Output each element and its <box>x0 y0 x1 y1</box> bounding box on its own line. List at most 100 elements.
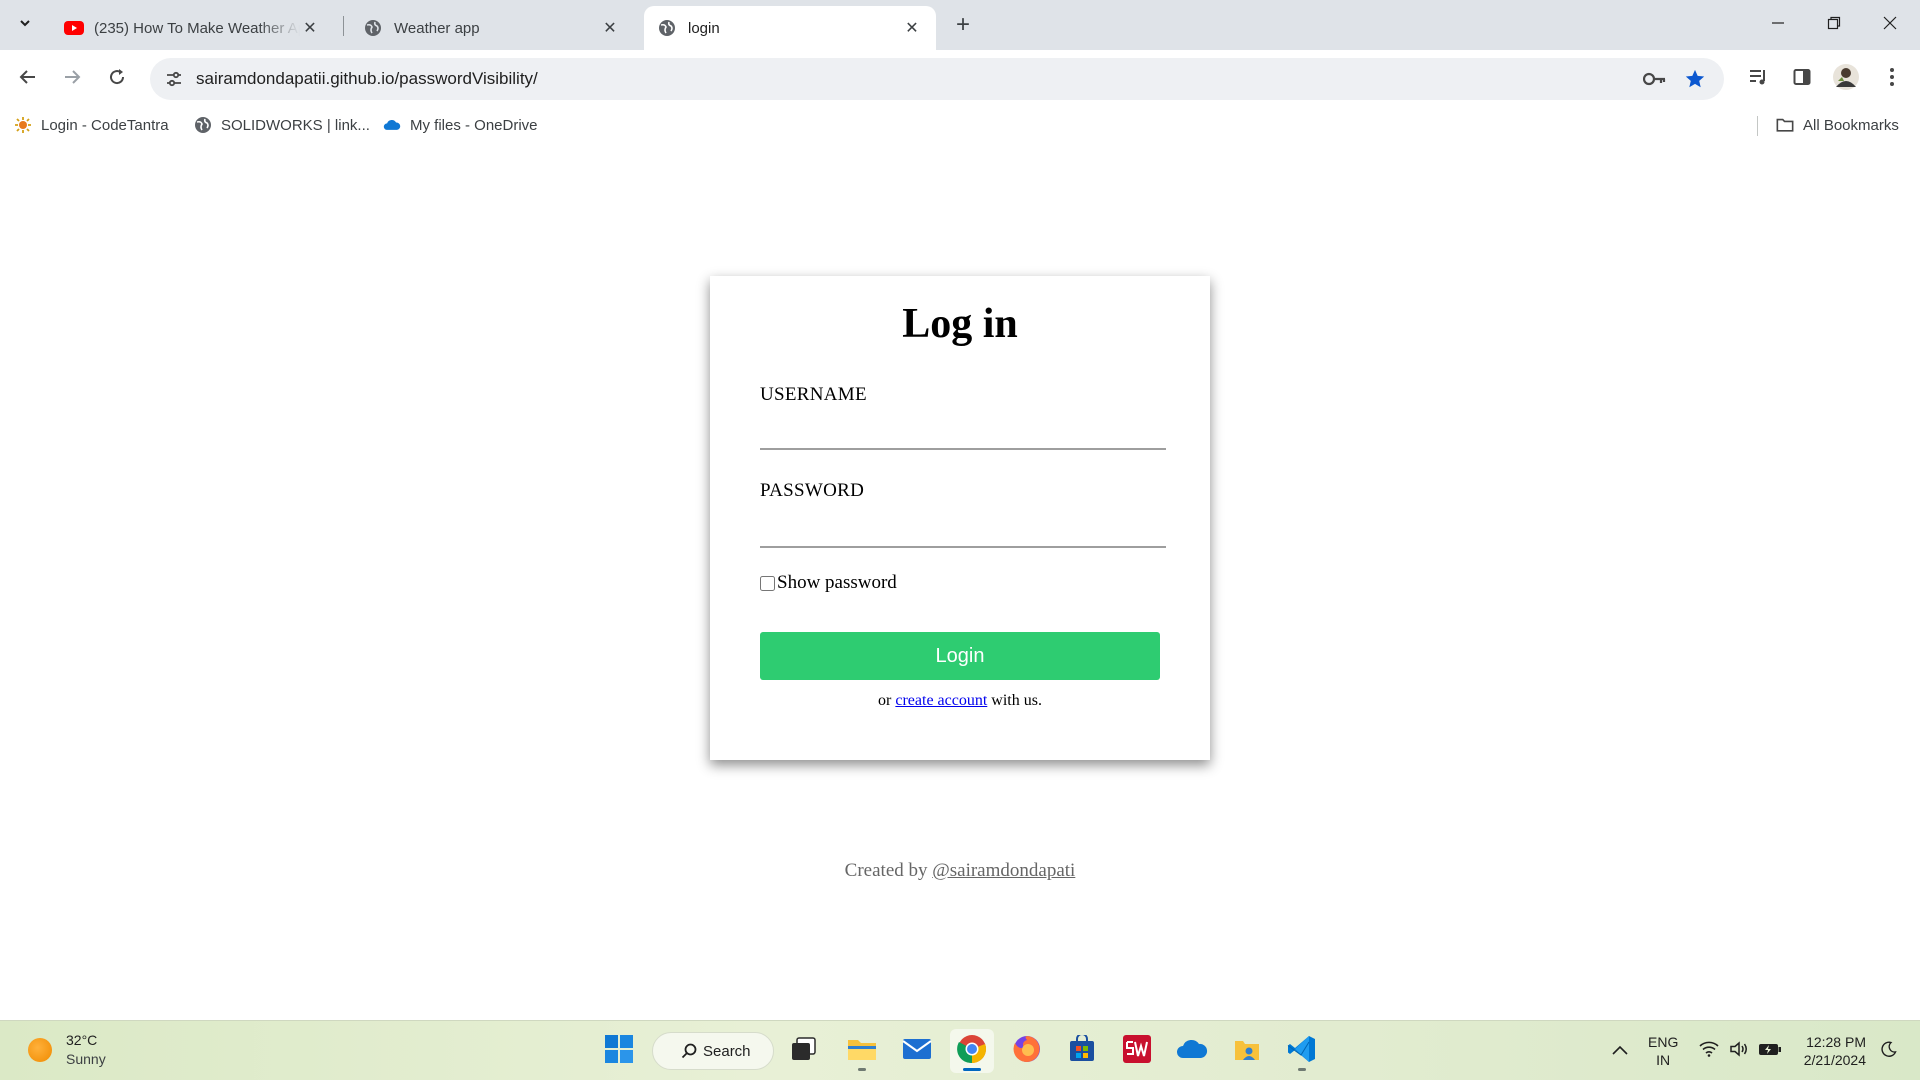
create-account-line: or create account with us. <box>710 692 1210 710</box>
username-label: USERNAME <box>760 384 867 405</box>
username-input[interactable] <box>760 416 1166 450</box>
vscode-button[interactable] <box>1280 1029 1324 1073</box>
onedrive-icon <box>383 116 401 134</box>
restore-button[interactable] <box>1806 0 1862 50</box>
tab-separator <box>343 16 344 36</box>
site-settings-icon[interactable] <box>162 67 186 91</box>
bookmark-star-icon[interactable] <box>1682 66 1708 92</box>
wifi-status[interactable] <box>1696 1021 1722 1080</box>
profile-avatar-button[interactable] <box>1830 63 1862 95</box>
weather-widget[interactable]: 32°C Sunny <box>28 1031 106 1069</box>
address-bar[interactable]: sairamdondapatii.github.io/passwordVisib… <box>150 58 1724 100</box>
reload-icon <box>107 67 127 92</box>
language-line1: ENG <box>1648 1034 1679 1050</box>
globe-icon <box>194 116 212 134</box>
author-link[interactable]: @sairamdondapati <box>932 860 1075 881</box>
bookmarks-separator <box>1757 116 1758 136</box>
search-label: Search <box>703 1042 751 1060</box>
reload-button[interactable] <box>101 63 133 95</box>
weather-temp: 32°C <box>66 1032 98 1048</box>
chevron-down-icon <box>18 16 32 35</box>
windows-taskbar: 32°C Sunny Search ENG IN 12:28 PM 2/21/2… <box>0 1020 1920 1080</box>
focus-assist-button[interactable] <box>1874 1021 1904 1080</box>
chrome-button[interactable] <box>950 1029 994 1073</box>
tab-search-button[interactable] <box>10 10 40 40</box>
mail-icon <box>902 1037 932 1066</box>
vscode-icon <box>1287 1034 1317 1069</box>
bookmark-solidworks[interactable]: SOLIDWORKS | link... <box>194 115 370 135</box>
arrow-right-icon <box>62 67 82 92</box>
codetantra-icon <box>14 116 32 134</box>
battery-charging-icon <box>1758 1041 1782 1062</box>
show-password-checkbox[interactable] <box>760 575 775 591</box>
globe-icon <box>658 19 676 37</box>
chevron-up-icon <box>1612 1042 1628 1060</box>
running-indicator <box>963 1068 981 1071</box>
side-panel-icon <box>1793 68 1811 91</box>
minimize-button[interactable] <box>1750 0 1806 50</box>
forward-button[interactable] <box>56 63 88 95</box>
globe-icon <box>364 19 382 37</box>
side-panel-button[interactable] <box>1786 63 1818 95</box>
tab-weather-app[interactable]: Weather app ✕ <box>350 6 634 50</box>
close-icon <box>1883 16 1897 35</box>
close-window-button[interactable] <box>1862 0 1918 50</box>
battery-status[interactable] <box>1756 1021 1784 1080</box>
show-password-row: Show password <box>760 572 897 594</box>
browser-toolbar: sairamdondapatii.github.io/passwordVisib… <box>0 50 1920 108</box>
folder-person-icon <box>1233 1035 1261 1068</box>
start-button[interactable] <box>597 1029 641 1073</box>
login-button[interactable]: Login <box>760 632 1160 680</box>
onedrive-button[interactable] <box>1170 1029 1214 1073</box>
firefox-button[interactable] <box>1005 1029 1049 1073</box>
folder-icon <box>1776 116 1794 134</box>
tab-youtube[interactable]: (235) How To Make Weather Ap ✕ <box>50 6 334 50</box>
language-indicator[interactable]: ENG IN <box>1648 1033 1678 1069</box>
password-label: PASSWORD <box>760 480 865 501</box>
tab-login[interactable]: login ✕ <box>644 6 936 50</box>
solidworks-button[interactable] <box>1115 1029 1159 1073</box>
password-input[interactable] <box>760 514 1166 548</box>
page-title: Log in <box>902 301 1018 347</box>
bookmark-label: My files - OneDrive <box>410 116 538 134</box>
all-bookmarks-button[interactable]: All Bookmarks <box>1776 115 1899 135</box>
arrow-left-icon <box>18 67 38 92</box>
bookmark-codetantra[interactable]: Login - CodeTantra <box>14 115 169 135</box>
mail-button[interactable] <box>895 1029 939 1073</box>
folder-icon <box>847 1036 877 1067</box>
page-content: Log in USERNAME PASSWORD Show password L… <box>0 142 1920 1020</box>
language-line2: IN <box>1656 1052 1671 1068</box>
close-icon[interactable]: ✕ <box>902 18 922 38</box>
clock-date: 2/21/2024 <box>1803 1052 1866 1068</box>
moon-icon <box>1881 1041 1897 1062</box>
pinned-app-button[interactable] <box>1225 1029 1269 1073</box>
tab-title: Weather app <box>394 19 480 37</box>
task-view-button[interactable] <box>782 1029 826 1073</box>
chrome-icon <box>957 1034 987 1069</box>
bookmark-label: SOLIDWORKS | link... <box>221 116 370 134</box>
show-hidden-icons-button[interactable] <box>1606 1021 1634 1080</box>
system-clock[interactable]: 12:28 PM 2/21/2024 <box>1796 1033 1866 1069</box>
chrome-menu-button[interactable] <box>1876 63 1908 95</box>
taskbar-search[interactable]: Search <box>652 1032 774 1070</box>
credit-prefix: Created by <box>844 860 928 881</box>
key-icon[interactable] <box>1642 67 1668 91</box>
media-controls-button[interactable] <box>1742 63 1774 95</box>
login-card: Log in USERNAME PASSWORD Show password L… <box>710 276 1210 760</box>
close-icon[interactable]: ✕ <box>300 18 320 38</box>
wifi-icon <box>1699 1041 1719 1062</box>
bookmark-onedrive[interactable]: My files - OneDrive <box>383 115 538 135</box>
firefox-icon <box>1012 1034 1042 1069</box>
file-explorer-button[interactable] <box>840 1029 884 1073</box>
store-icon <box>1068 1032 1096 1068</box>
windows-logo-icon <box>604 1034 634 1069</box>
alt-suffix: with us. <box>991 692 1042 709</box>
running-indicator <box>858 1068 866 1071</box>
new-tab-button[interactable]: + <box>948 10 978 40</box>
microsoft-store-button[interactable] <box>1060 1029 1104 1073</box>
volume-status[interactable] <box>1726 1021 1752 1080</box>
back-button[interactable] <box>12 63 44 95</box>
create-account-link[interactable]: create account <box>895 692 987 709</box>
weather-condition: Sunny <box>66 1051 106 1067</box>
close-icon[interactable]: ✕ <box>600 18 620 38</box>
